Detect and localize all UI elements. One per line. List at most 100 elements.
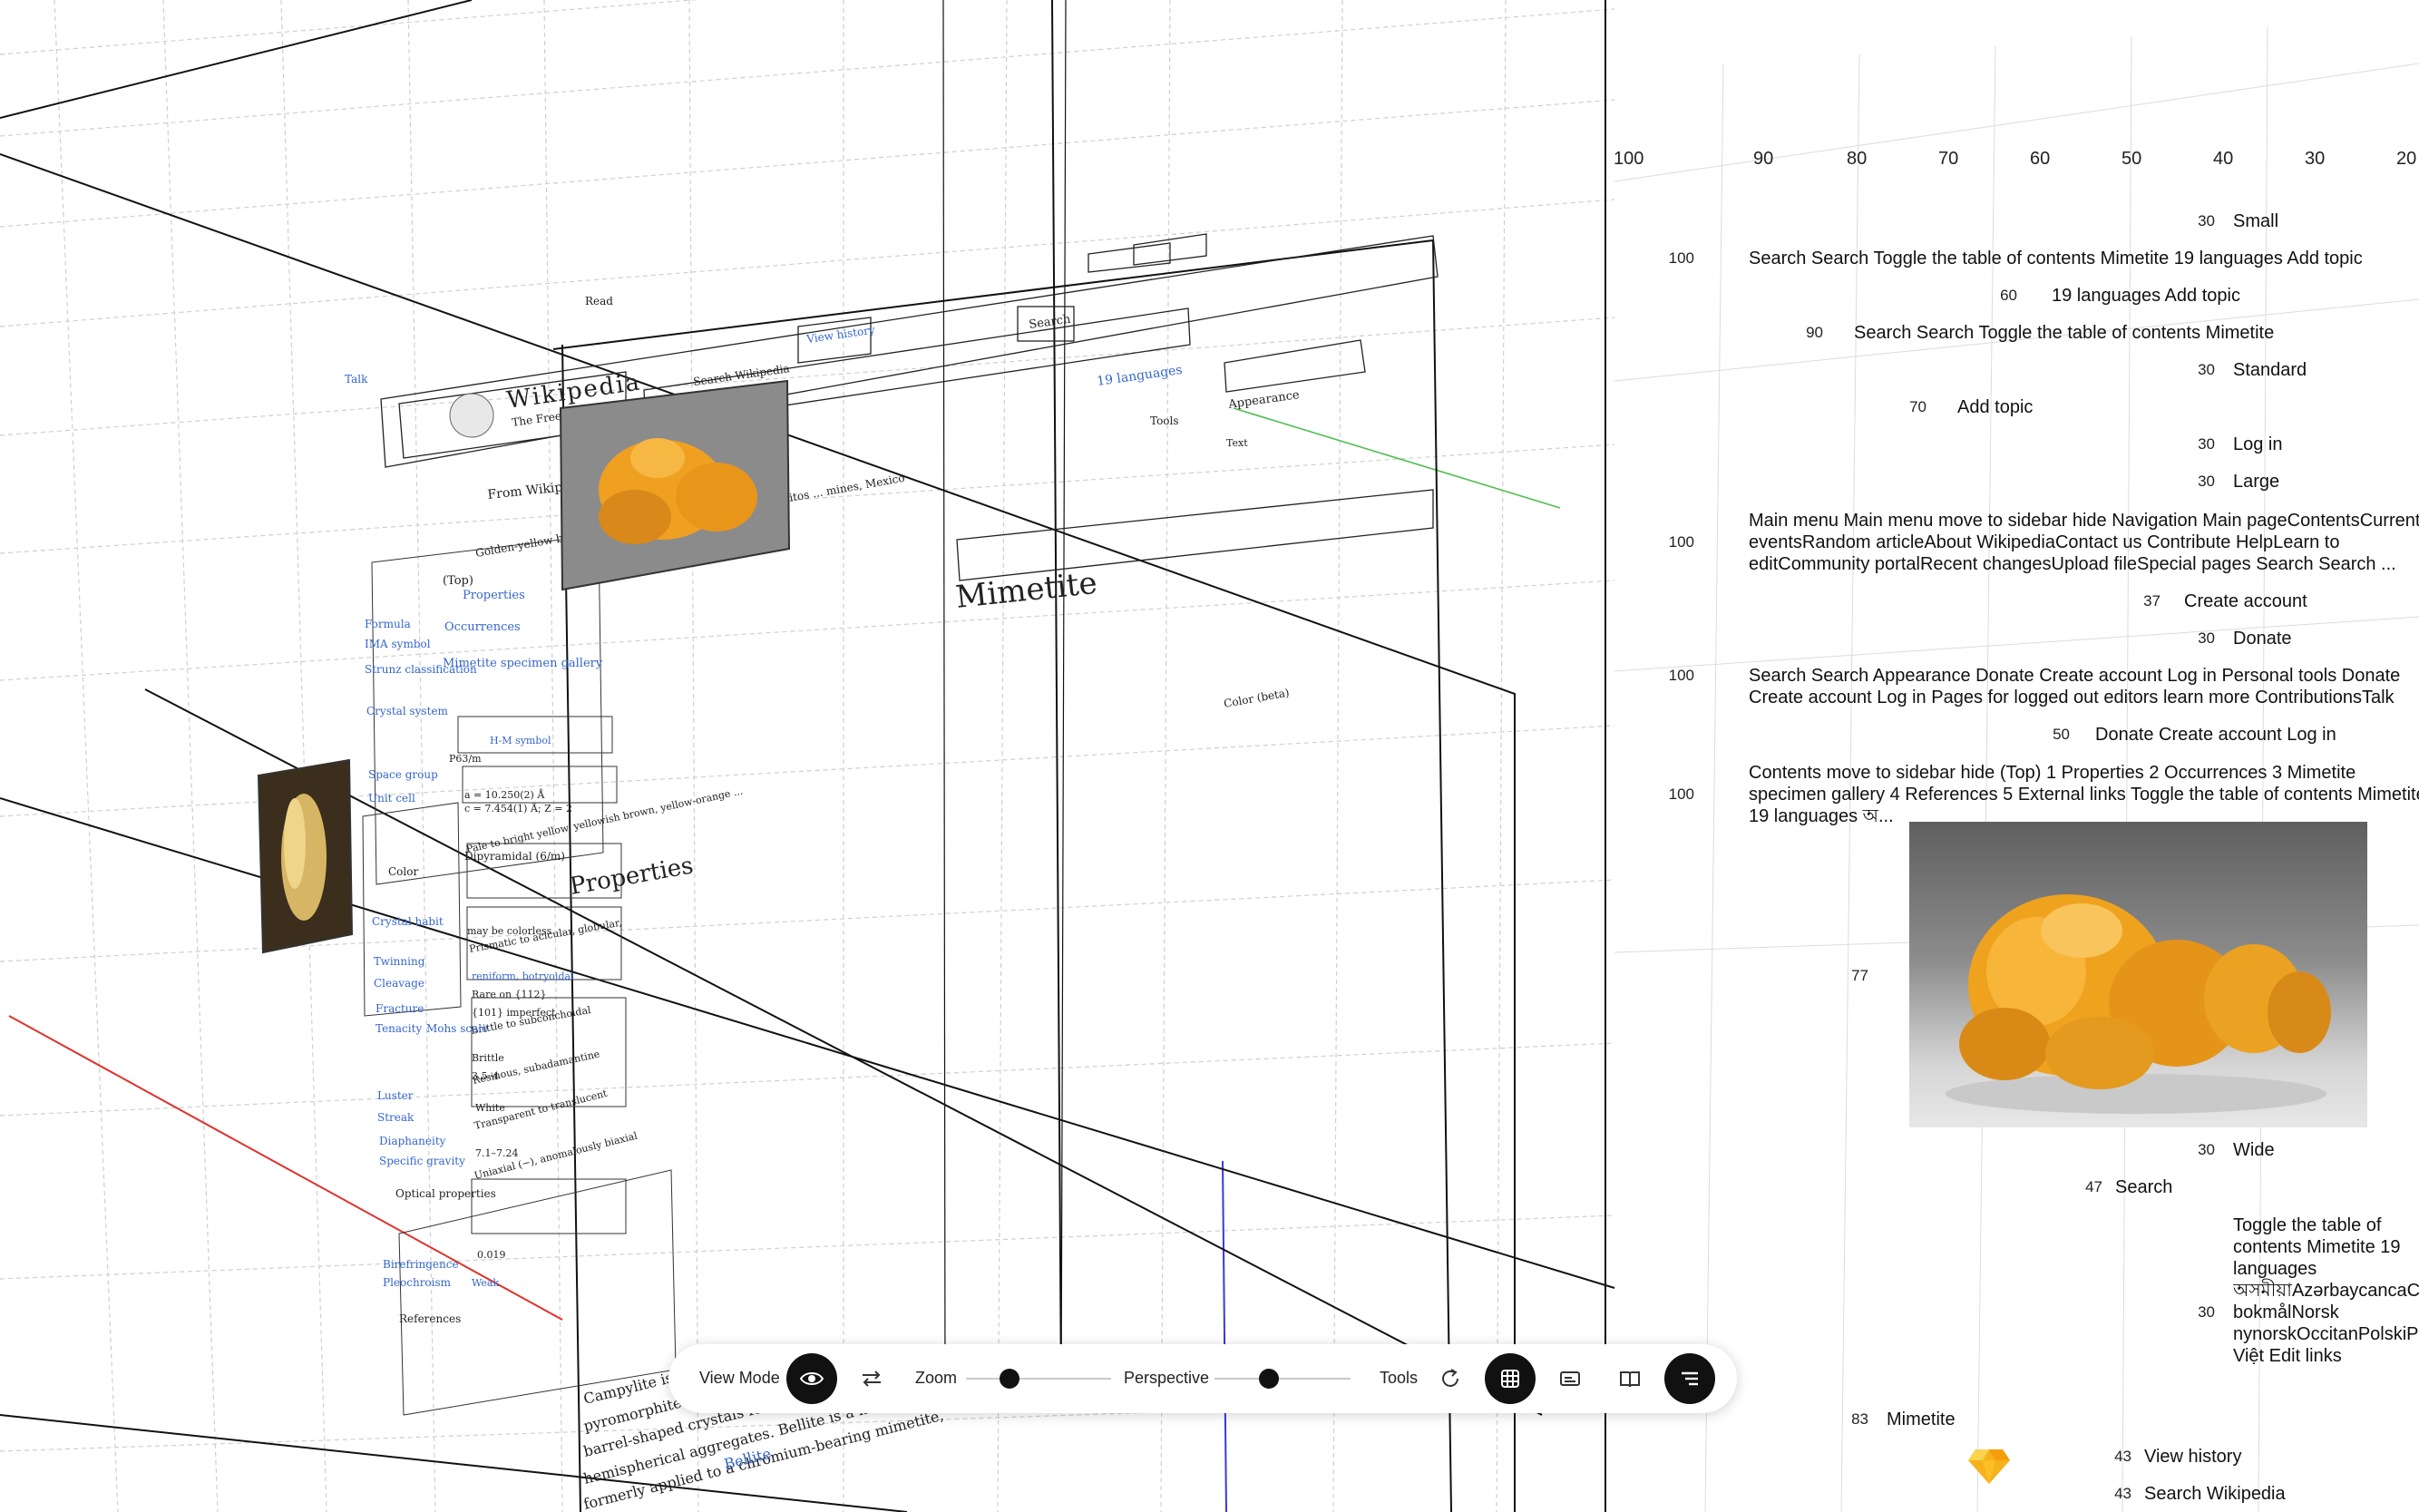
label-color: Color: [388, 865, 418, 878]
perspective-slider-handle[interactable]: [1259, 1369, 1279, 1389]
swap-arrows-icon: [863, 1371, 881, 1387]
talk-tab: Talk: [345, 373, 368, 385]
infobox-value-17: 7.1–7.24: [475, 1147, 519, 1159]
layer-label: Search Wikipedia: [2144, 1484, 2286, 1504]
label-fracture: Fracture: [376, 1002, 424, 1015]
layer-depth: 83: [1851, 1410, 1868, 1428]
caption-icon: [1560, 1371, 1580, 1386]
depth-tick-40: 40: [2213, 149, 2234, 169]
layer-depth: 30: [2198, 212, 2215, 229]
layer-label: Standard: [2233, 360, 2307, 380]
view-mode-button[interactable]: [786, 1353, 837, 1404]
grid-toggle-button[interactable]: [1485, 1353, 1536, 1404]
align-right-lines-icon: [1682, 1371, 1698, 1386]
label-optical: Optical properties: [395, 1187, 496, 1200]
depth-tick-90: 90: [1753, 149, 1774, 169]
layer-label: View history: [2144, 1447, 2242, 1467]
layer-depth: 30: [2198, 361, 2215, 378]
section-heading: Properties: [568, 852, 696, 900]
layer-label: Search: [2115, 1177, 2173, 1197]
view-mode-label: View Mode: [699, 1369, 780, 1387]
scene-mineral-photo: [559, 379, 791, 591]
perspective-slider-track[interactable]: [1214, 1378, 1351, 1380]
page-planes: [0, 0, 1615, 1512]
infobox-value-12: Brittle: [472, 1052, 504, 1064]
wikipedia-globe-icon: [449, 393, 494, 438]
zoom-slider-track[interactable]: [966, 1378, 1111, 1380]
infobox-value-20: Weak: [472, 1277, 499, 1289]
layer-label: Donate: [2233, 629, 2292, 649]
split-view-button[interactable]: [1605, 1353, 1655, 1404]
tools-label: Tools: [1380, 1369, 1419, 1387]
layer-depth: 50: [2053, 726, 2070, 743]
layer-label: Search Search Toggle the table of conten…: [1749, 249, 2363, 268]
depth-tick-100: 100: [1614, 149, 1644, 169]
swap-button[interactable]: [846, 1353, 897, 1404]
label-pleochroism: Pleochroism: [383, 1276, 452, 1289]
read-tab: Read: [585, 295, 613, 307]
layer-depth: 37: [2143, 592, 2161, 610]
gem-icon[interactable]: [1966, 1442, 2012, 1488]
infobox-value-19: 0.019: [477, 1249, 506, 1261]
layer-label: Small: [2233, 211, 2279, 231]
infobox-value-1: H-M symbol: [490, 735, 551, 746]
appearance-label: Appearance: [1226, 388, 1300, 412]
layer-label: Toggle the table of contents Mimetite 19…: [2233, 1215, 2419, 1366]
view-history-tab: View history: [805, 324, 875, 346]
caption-button[interactable]: [1545, 1353, 1595, 1404]
layer-label: Create account: [2184, 591, 2307, 611]
search-button-label: Search: [1028, 313, 1071, 332]
label-strunz: Strunz classification: [365, 663, 477, 676]
refresh-icon: [1442, 1369, 1458, 1387]
toc-top: (Top): [443, 574, 473, 588]
article-title: Mimetite: [954, 565, 1099, 616]
infobox-value-2: P63/m: [449, 753, 482, 765]
bottom-toolbar: View Mode Zoom Perspective Tools: [668, 1344, 1737, 1413]
layer-label: Contents move to sidebar hide (Top) 1 Pr…: [1749, 763, 2419, 826]
3d-inspector-viewport[interactable]: (Top) Properties Occurrences Mimetite sp…: [0, 0, 2419, 1512]
scene-crystal-photo: [257, 758, 354, 954]
text-label: Text: [1226, 437, 1248, 449]
layer-label: Add topic: [1957, 397, 2034, 417]
layer-depth: 43: [2114, 1485, 2131, 1502]
perspective-label: Perspective: [1124, 1369, 1210, 1387]
layer-label: 19 languages Add topic: [2052, 286, 2240, 306]
label-luster: Luster: [377, 1089, 414, 1102]
book-split-icon: [1620, 1371, 1640, 1388]
exploded-dom-scene[interactable]: (Top) Properties Occurrences Mimetite sp…: [0, 0, 2419, 1512]
label-twinning: Twinning: [374, 955, 425, 968]
toc-properties: Properties: [463, 589, 525, 602]
depth-tick-30: 30: [2305, 149, 2326, 169]
reset-button[interactable]: [1425, 1353, 1476, 1404]
zoom-slider-handle[interactable]: [1000, 1369, 1019, 1389]
infobox-value-4: c = 7.454(1) Å; Z = 2: [464, 802, 572, 815]
infobox-text: (Top) Properties Occurrences Mimetite sp…: [443, 574, 744, 1289]
mimetite-photo-thumbnail[interactable]: [1909, 822, 2367, 1127]
layer-label: Search Search Toggle the table of conten…: [1854, 323, 2275, 343]
eye-icon: [799, 1372, 824, 1385]
layer-depth: 47: [2085, 1178, 2102, 1195]
label-birefringence: Birefringence: [383, 1258, 459, 1271]
layer-depth: 100: [1668, 667, 1694, 684]
color-beta-label: Color (beta): [1223, 686, 1290, 709]
layer-label: Donate Create account Log in: [2095, 725, 2336, 745]
layer-depth: 30: [2198, 435, 2215, 453]
mimetite-photo-image: [1946, 894, 2331, 1114]
layer-grid: [0, 0, 1615, 1512]
layer-depth: 100: [1668, 533, 1694, 551]
label-formula: Formula: [365, 618, 411, 630]
layer-depth: 100: [1668, 785, 1694, 803]
layer-list-toggle-button[interactable]: [1664, 1353, 1715, 1404]
depth-tick-70: 70: [1938, 149, 1959, 169]
label-cleavage: Cleavage: [374, 977, 424, 990]
label-crystal-system: Crystal system: [366, 705, 449, 717]
zoom-label: Zoom: [915, 1369, 958, 1387]
y-axis: [1233, 407, 1561, 509]
layer-label: Search Search Appearance Donate Create a…: [1749, 666, 2401, 707]
layer-depth: 70: [1909, 398, 1926, 415]
label-gravity: Specific gravity: [379, 1155, 465, 1167]
tools-label: Tools: [1150, 415, 1179, 427]
layer-label: Mimetite: [1887, 1410, 1956, 1429]
depth-tick-20: 20: [2396, 149, 2417, 169]
layer-depth: 43: [2114, 1448, 2131, 1465]
